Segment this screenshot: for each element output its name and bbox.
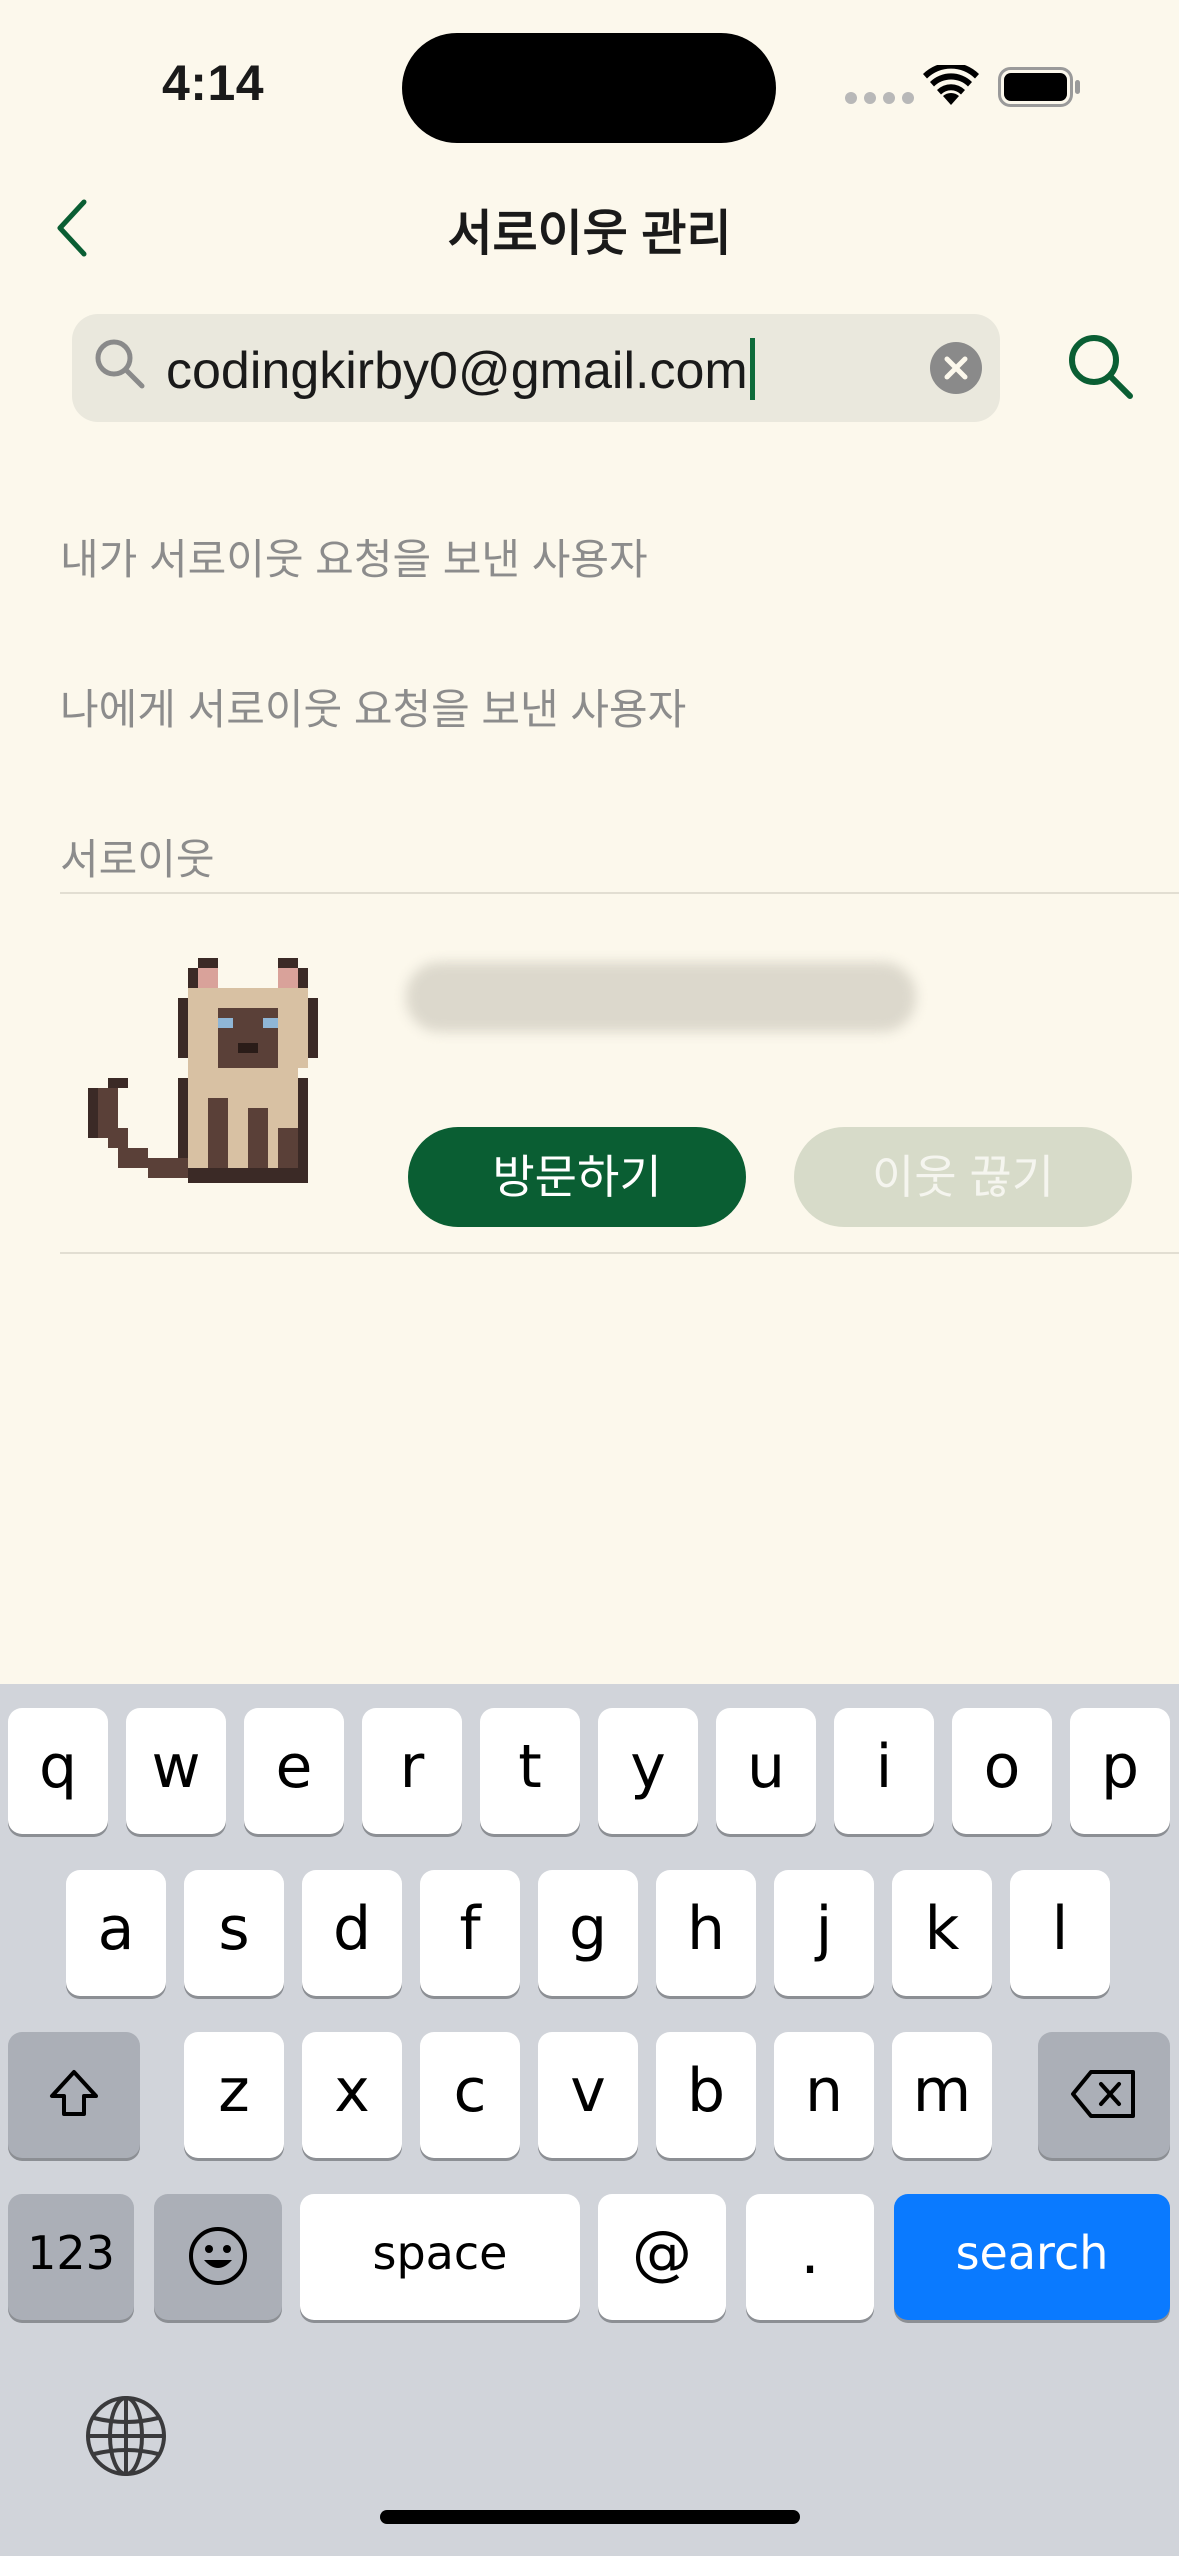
key-e[interactable]: e	[244, 1708, 344, 1834]
key-y[interactable]: y	[598, 1708, 698, 1834]
numbers-key[interactable]: 123	[8, 2194, 134, 2320]
key-q[interactable]: q	[8, 1708, 108, 1834]
clear-search-icon[interactable]	[930, 342, 982, 394]
period-key[interactable]: .	[746, 2194, 874, 2320]
emoji-key[interactable]	[154, 2194, 282, 2320]
status-time: 4:14	[162, 55, 265, 111]
emoji-icon	[189, 2227, 247, 2286]
shift-icon	[50, 2070, 98, 2117]
keyboard: q w e r t y u i o p a s d f g h j k l z …	[0, 1684, 1179, 2556]
received-requests-section[interactable]: 나에게 서로이웃 요청을 보낸 사용자	[60, 676, 686, 737]
globe-icon[interactable]	[84, 2394, 168, 2478]
key-u[interactable]: u	[716, 1708, 816, 1834]
key-a[interactable]: a	[66, 1870, 166, 1996]
search-button-icon[interactable]	[1064, 330, 1140, 406]
wifi-icon	[923, 65, 979, 105]
cellular-signal-icon	[845, 92, 914, 104]
search-key[interactable]: search	[894, 2194, 1170, 2320]
battery-icon	[998, 67, 1080, 107]
key-h[interactable]: h	[656, 1870, 756, 1996]
key-z[interactable]: z	[184, 2032, 284, 2158]
key-w[interactable]: w	[126, 1708, 226, 1834]
key-x[interactable]: x	[302, 2032, 402, 2158]
search-icon	[95, 339, 145, 389]
neighbors-section-header: 서로이웃	[60, 836, 215, 883]
key-j[interactable]: j	[774, 1870, 874, 1996]
key-c[interactable]: c	[420, 2032, 520, 2158]
search-value: codingkirby0@gmail.com	[166, 342, 748, 400]
row-divider	[60, 1252, 1179, 1254]
at-key[interactable]: @	[598, 2194, 726, 2320]
dynamic-island	[402, 33, 776, 143]
section-divider	[60, 892, 1179, 894]
key-r[interactable]: r	[362, 1708, 462, 1834]
key-t[interactable]: t	[480, 1708, 580, 1834]
key-p[interactable]: p	[1070, 1708, 1170, 1834]
page-title: 서로이웃 관리	[447, 207, 732, 261]
key-d[interactable]: d	[302, 1870, 402, 1996]
key-n[interactable]: n	[774, 2032, 874, 2158]
key-b[interactable]: b	[656, 2032, 756, 2158]
search-input-text[interactable]: codingkirby0@gmail.com	[166, 338, 755, 401]
key-f[interactable]: f	[420, 1870, 520, 1996]
key-k[interactable]: k	[892, 1870, 992, 1996]
space-key[interactable]: space	[300, 2194, 580, 2320]
visit-button[interactable]: 방문하기	[408, 1127, 746, 1227]
home-indicator	[380, 2510, 800, 2524]
key-o[interactable]: o	[952, 1708, 1052, 1834]
text-caret	[749, 338, 755, 400]
unfollow-button[interactable]: 이웃 끊기	[794, 1127, 1132, 1227]
key-s[interactable]: s	[184, 1870, 284, 1996]
sent-requests-section[interactable]: 내가 서로이웃 요청을 보낸 사용자	[60, 526, 648, 587]
key-g[interactable]: g	[538, 1870, 638, 1996]
key-v[interactable]: v	[538, 2032, 638, 2158]
neighbor-email-blurred	[406, 962, 916, 1032]
pixel-cat-avatar	[88, 958, 318, 1183]
delete-key[interactable]	[1038, 2032, 1170, 2158]
backspace-icon	[1071, 2070, 1135, 2119]
key-i[interactable]: i	[834, 1708, 934, 1834]
key-l[interactable]: l	[1010, 1870, 1110, 1996]
key-m[interactable]: m	[892, 2032, 992, 2158]
shift-key[interactable]	[8, 2032, 140, 2158]
